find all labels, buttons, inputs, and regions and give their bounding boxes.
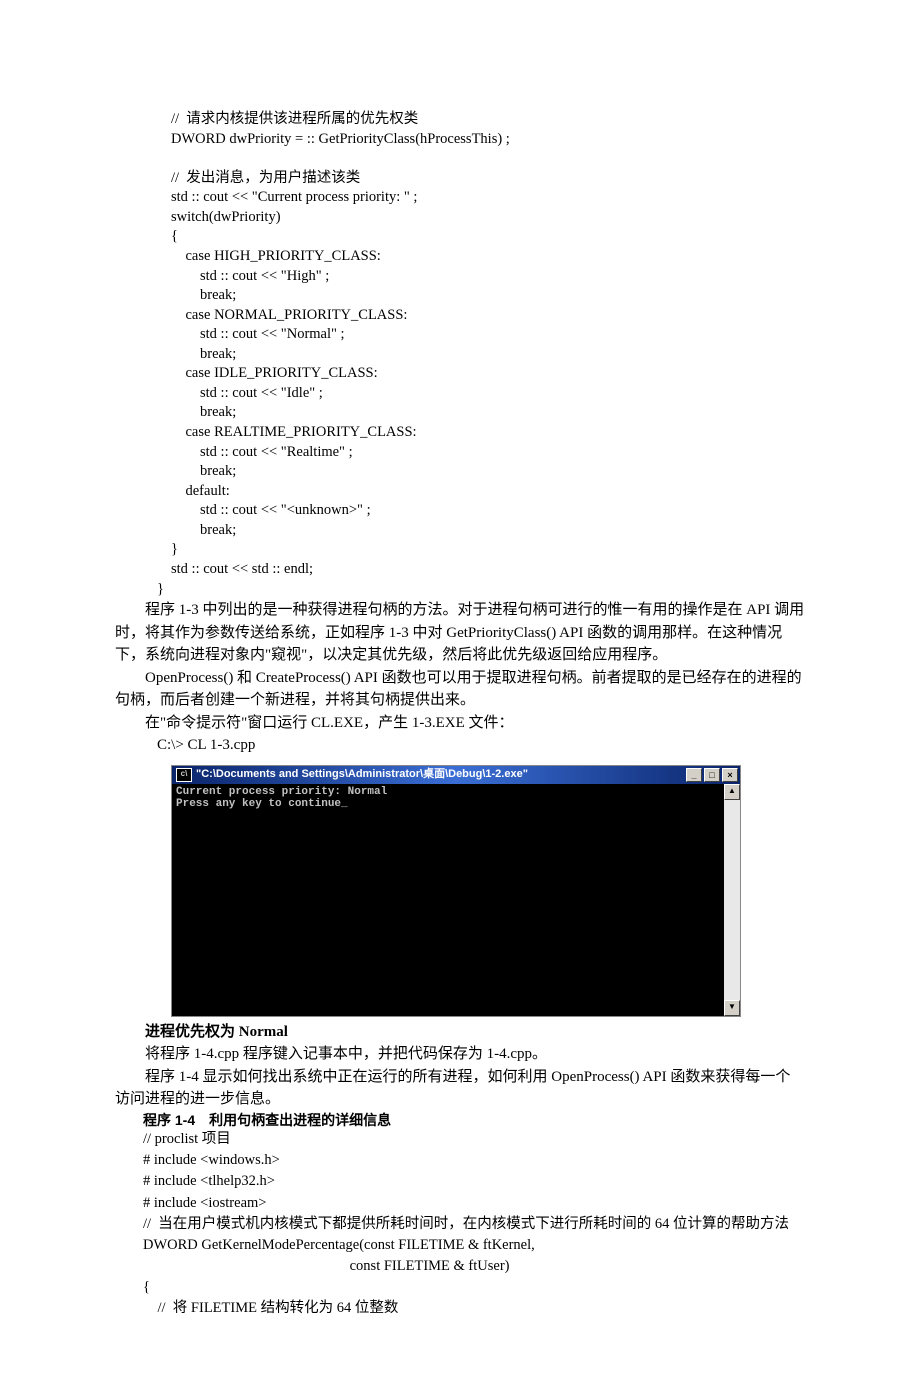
- paragraph-5: 程序 1-4 显示如何找出系统中正在运行的所有进程，如何利用 OpenProce…: [115, 1066, 805, 1111]
- paragraph-2: OpenProcess() 和 CreateProcess() API 函数也可…: [115, 667, 805, 712]
- scroll-down-button[interactable]: ▼: [724, 1000, 740, 1016]
- program-1-4-heading: 程序 1-4 利用句柄查出进程的详细信息: [115, 1111, 805, 1130]
- scroll-track[interactable]: [724, 800, 740, 1000]
- vertical-scrollbar[interactable]: ▲ ▼: [724, 784, 740, 1016]
- paragraph-4: 将程序 1-4.cpp 程序键入记事本中，并把代码保存为 1-4.cpp。: [115, 1043, 805, 1066]
- window-title-text: "C:\Documents and Settings\Administrator…: [196, 767, 684, 782]
- close-button[interactable]: ×: [722, 768, 738, 782]
- command-line: C:\> CL 1-3.cpp: [115, 734, 805, 757]
- code-close-brace: }: [115, 580, 805, 600]
- window-buttons: _ □ ×: [684, 768, 740, 782]
- document-page: // 请求内核提供该进程所属的优先权类 DWORD dwPriority = :…: [0, 0, 920, 1379]
- console-body: Current process priority: Normal Press a…: [172, 784, 740, 1016]
- window-titlebar: c\ "C:\Documents and Settings\Administra…: [172, 766, 740, 784]
- cmd-icon: c\: [176, 768, 192, 782]
- minimize-button[interactable]: _: [686, 768, 702, 782]
- console-output: Current process priority: Normal Press a…: [172, 784, 724, 1016]
- code-block-2: // proclist 项目 # include <windows.h> # i…: [115, 1129, 805, 1318]
- maximize-button[interactable]: □: [704, 768, 720, 782]
- caption-normal: 进程优先权为 Normal: [115, 1021, 805, 1044]
- command-prompt-window: c\ "C:\Documents and Settings\Administra…: [171, 765, 741, 1017]
- code-block-1: // 请求内核提供该进程所属的优先权类 DWORD dwPriority = :…: [115, 110, 805, 580]
- scroll-up-button[interactable]: ▲: [724, 784, 740, 800]
- paragraph-3: 在"命令提示符"窗口运行 CL.EXE，产生 1-3.EXE 文件：: [115, 712, 805, 735]
- paragraph-1: 程序 1-3 中列出的是一种获得进程句柄的方法。对于进程句柄可进行的惟一有用的操…: [115, 599, 805, 667]
